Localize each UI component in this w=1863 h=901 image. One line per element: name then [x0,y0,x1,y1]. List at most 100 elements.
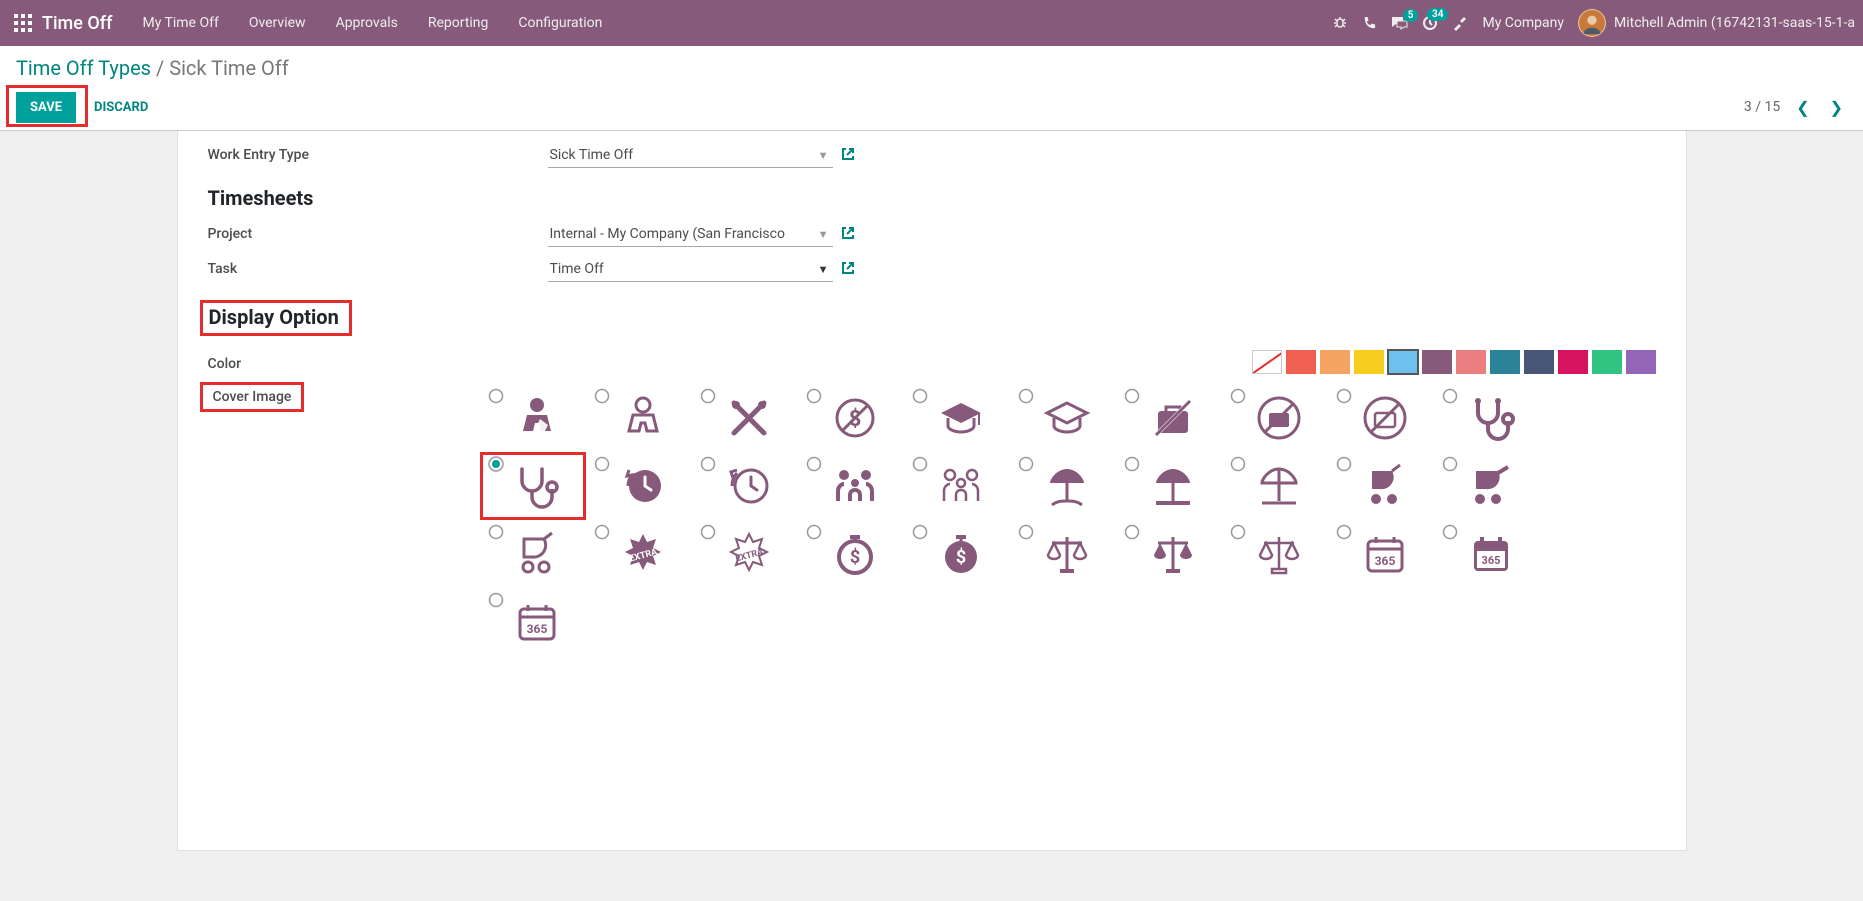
radio-icon[interactable] [1230,524,1246,540]
radio-icon[interactable] [594,456,610,472]
external-link-icon[interactable] [841,226,855,244]
cover-option-stroller[interactable] [1328,452,1434,520]
cover-option-stethoscope-alt[interactable] [480,452,586,520]
field-work-entry-type[interactable] [548,143,833,168]
color-swatch-violet[interactable] [1626,350,1656,374]
cover-option-graduation-cap-outline[interactable] [1010,384,1116,452]
menu-my-time-off[interactable]: My Time Off [128,9,232,37]
radio-icon[interactable] [488,592,504,608]
messages-icon[interactable]: 5 [1391,16,1408,31]
field-task[interactable] [548,257,833,282]
cover-option-crossed-utensils[interactable] [692,384,798,452]
color-swatch-green[interactable] [1592,350,1622,374]
color-swatch-lightblue[interactable] [1388,350,1418,374]
radio-icon[interactable] [1230,456,1246,472]
radio-icon[interactable] [1230,388,1246,404]
radio-icon[interactable] [488,524,504,540]
radio-icon[interactable] [806,524,822,540]
radio-icon[interactable] [700,456,716,472]
save-button[interactable]: SAVE [16,92,76,123]
radio-icon[interactable] [594,524,610,540]
cover-option-scales-outline[interactable] [1222,520,1328,588]
cover-option-burst-extra[interactable] [586,520,692,588]
cover-option-no-briefcase-circle[interactable] [1222,384,1328,452]
color-swatch-yellow[interactable] [1354,350,1384,374]
radio-icon[interactable] [1442,524,1458,540]
radio-icon[interactable] [806,388,822,404]
radio-icon[interactable] [806,456,822,472]
color-swatch-darkblue[interactable] [1524,350,1554,374]
color-swatch-red[interactable] [1286,350,1316,374]
phone-icon[interactable] [1362,16,1377,31]
external-link-icon[interactable] [841,261,855,279]
radio-icon[interactable] [488,456,504,472]
cover-option-scales-alt[interactable] [1116,520,1222,588]
color-swatch-purple[interactable] [1422,350,1452,374]
tools-icon[interactable] [1452,15,1468,31]
color-swatch-magenta[interactable] [1558,350,1588,374]
radio-icon[interactable] [1336,456,1352,472]
company-switcher[interactable]: My Company [1482,15,1564,31]
cover-option-stethoscope[interactable] [1434,384,1540,452]
cover-option-calendar-365-outline[interactable] [480,588,586,656]
cover-option-calendar-365[interactable] [1328,520,1434,588]
field-project[interactable] [548,222,833,247]
radio-icon[interactable] [700,388,716,404]
color-swatch-teal[interactable] [1490,350,1520,374]
cover-option-person-arm-sling[interactable] [480,384,586,452]
cover-option-no-briefcase-circle-outline[interactable] [1328,384,1434,452]
radio-icon[interactable] [700,524,716,540]
cover-option-stroller-alt[interactable] [1434,452,1540,520]
pager-prev[interactable]: ❮ [1792,98,1813,117]
menu-configuration[interactable]: Configuration [504,9,616,37]
radio-icon[interactable] [1124,388,1140,404]
app-title[interactable]: Time Off [42,13,112,34]
radio-icon[interactable] [594,388,610,404]
discard-button[interactable]: DISCARD [94,100,148,115]
cover-option-no-dollar-circle[interactable] [798,384,904,452]
cover-option-stopwatch-dollar[interactable] [798,520,904,588]
pager-next[interactable]: ❯ [1826,98,1847,117]
cover-option-person-arm-sling-outline[interactable] [586,384,692,452]
activities-icon[interactable]: 34 [1422,15,1438,31]
radio-icon[interactable] [912,456,928,472]
cover-option-stopwatch-dollar-alt[interactable] [904,520,1010,588]
radio-icon[interactable] [1124,456,1140,472]
color-swatch-orange[interactable] [1320,350,1350,374]
cover-option-beach-umbrella-alt[interactable] [1116,452,1222,520]
cover-option-family-outline[interactable] [904,452,1010,520]
user-menu[interactable]: Mitchell Admin (16742131-saas-15-1-a [1578,9,1855,37]
radio-icon[interactable] [488,388,504,404]
cover-option-beach-umbrella-outline[interactable] [1222,452,1328,520]
menu-reporting[interactable]: Reporting [414,9,503,37]
external-link-icon[interactable] [841,147,855,165]
color-swatch-pink[interactable] [1456,350,1486,374]
cover-option-beach-umbrella[interactable] [1010,452,1116,520]
radio-icon[interactable] [1442,388,1458,404]
radio-icon[interactable] [1336,388,1352,404]
cover-option-family[interactable] [798,452,904,520]
radio-icon[interactable] [1018,456,1034,472]
cover-option-calendar-365-alt[interactable] [1434,520,1540,588]
menu-approvals[interactable]: Approvals [322,9,412,37]
cover-option-scales[interactable] [1010,520,1116,588]
menu-overview[interactable]: Overview [235,9,320,37]
cover-option-briefcase-slash[interactable] [1116,384,1222,452]
color-swatch-none[interactable] [1252,350,1282,374]
radio-icon[interactable] [1124,524,1140,540]
apps-icon[interactable] [8,14,38,32]
breadcrumb-parent[interactable]: Time Off Types [16,56,151,80]
radio-icon[interactable] [1018,388,1034,404]
pager-text[interactable]: 3 / 15 [1744,99,1780,115]
cover-option-graduation-cap[interactable] [904,384,1010,452]
radio-icon[interactable] [1442,456,1458,472]
debug-icon[interactable] [1332,15,1348,31]
radio-icon[interactable] [912,388,928,404]
radio-icon[interactable] [912,524,928,540]
cover-option-clock-back-outline[interactable] [692,452,798,520]
cover-option-burst-extra-outline[interactable] [692,520,798,588]
cover-option-stroller-outline[interactable] [480,520,586,588]
radio-icon[interactable] [1336,524,1352,540]
cover-option-clock-back[interactable] [586,452,692,520]
radio-icon[interactable] [1018,524,1034,540]
